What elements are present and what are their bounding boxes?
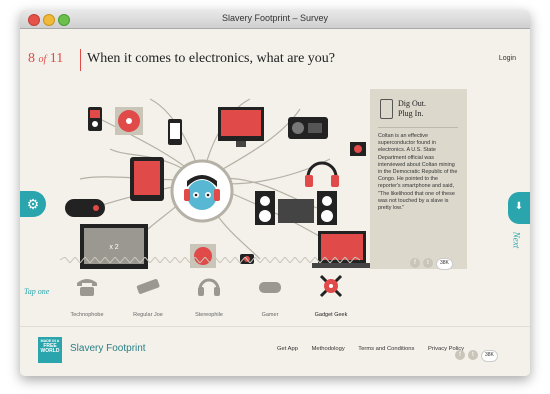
brand-name[interactable]: Slavery Footprint xyxy=(70,343,146,354)
cd-case-icon xyxy=(190,244,216,268)
fact-title: Dig Out. Plug In. xyxy=(398,99,458,119)
twitter-icon[interactable]: t xyxy=(423,258,433,268)
share-count: 38K xyxy=(436,258,453,270)
phone-icon xyxy=(380,99,393,119)
remote-icon xyxy=(136,279,160,294)
radio-icon xyxy=(288,117,328,139)
option-gadget-geek[interactable]: Gadget Geek xyxy=(306,273,356,318)
like-icon[interactable]: f xyxy=(455,350,465,360)
avatar-figure xyxy=(170,159,234,223)
cd-stack-icon xyxy=(115,107,143,135)
question-current: 8 xyxy=(28,51,35,66)
option-regular-joe[interactable]: Regular Joe xyxy=(123,273,173,318)
made-in-free-world-logo[interactable]: MADE IN A FREE WORLD xyxy=(38,337,62,363)
electronics-illustration: x 2 xyxy=(65,98,370,269)
link-terms[interactable]: Terms and Conditions xyxy=(358,346,414,352)
tv-count-label: x 2 xyxy=(109,244,118,251)
option-label: Gamer xyxy=(261,312,279,318)
option-stereophile[interactable]: Stereophile xyxy=(184,273,234,318)
option-label: Stereophile xyxy=(195,312,223,318)
monitor-icon xyxy=(218,107,264,147)
fact-panel: Dig Out. Plug In. Coltan is an effective… xyxy=(370,89,467,270)
login-link[interactable]: Login xyxy=(499,55,516,62)
next-label: Next xyxy=(510,231,521,249)
window-title: Slavery Footprint – Survey xyxy=(221,13,329,23)
headphones-icon xyxy=(198,278,220,296)
gamepad-icon xyxy=(259,282,281,293)
twitter-icon[interactable]: t xyxy=(468,350,478,360)
option-label: Regular Joe xyxy=(133,312,163,318)
tablet-icon xyxy=(130,157,164,201)
facebook-icon[interactable]: f xyxy=(410,258,420,268)
survey-page: 8 of 11 When it comes to electronics, wh… xyxy=(20,29,530,376)
link-methodology[interactable]: Methodology xyxy=(312,346,345,352)
browser-window: Slavery Footprint – Survey 8 of 11 When … xyxy=(20,10,530,376)
option-label: Gadget Geek xyxy=(314,312,348,318)
question-of: of xyxy=(38,54,47,65)
telephone-icon xyxy=(77,279,97,296)
option-technophobe[interactable]: Technophobe xyxy=(62,273,112,318)
question-counter: 8 of 11 xyxy=(28,51,63,67)
option-label: Technophobe xyxy=(70,312,104,318)
question-total: 11 xyxy=(49,51,64,66)
next-button[interactable]: ⬇ xyxy=(508,192,530,224)
tap-one-label: Tap one xyxy=(24,287,50,296)
question-title: When it comes to electronics, what are y… xyxy=(87,51,336,66)
zigzag-divider xyxy=(60,257,360,263)
stereo-system-icon xyxy=(255,191,337,225)
footer-share: f t 38K xyxy=(455,343,501,362)
headphones-icon xyxy=(305,161,339,187)
fact-title-line-1: Dig Out. xyxy=(398,99,426,108)
option-gamer[interactable]: Gamer xyxy=(245,273,295,318)
question-divider xyxy=(80,49,81,71)
footer-share-count: 38K xyxy=(481,350,498,362)
game-controller-icon xyxy=(65,199,105,217)
fact-body: Coltan is an effective superconductor fo… xyxy=(378,133,458,212)
title-bar: Slavery Footprint – Survey xyxy=(20,10,530,29)
gadget-icon xyxy=(319,274,343,298)
panel-share: f t 38K xyxy=(410,251,456,270)
footer-links: Get App Methodology Terms and Conditions… xyxy=(277,346,476,352)
camcorder-icon xyxy=(350,142,366,156)
smartphone-icon xyxy=(168,119,182,145)
mp3-player-icon xyxy=(88,107,102,131)
arrow-down-icon: ⬇ xyxy=(514,201,524,212)
link-get-app[interactable]: Get App xyxy=(277,346,298,352)
gear-icon: ⚙ xyxy=(26,196,40,212)
panel-divider xyxy=(378,127,458,128)
footer: MADE IN A FREE WORLD Slavery Footprint G… xyxy=(20,326,530,376)
fact-title-line-2: Plug In. xyxy=(398,109,424,118)
